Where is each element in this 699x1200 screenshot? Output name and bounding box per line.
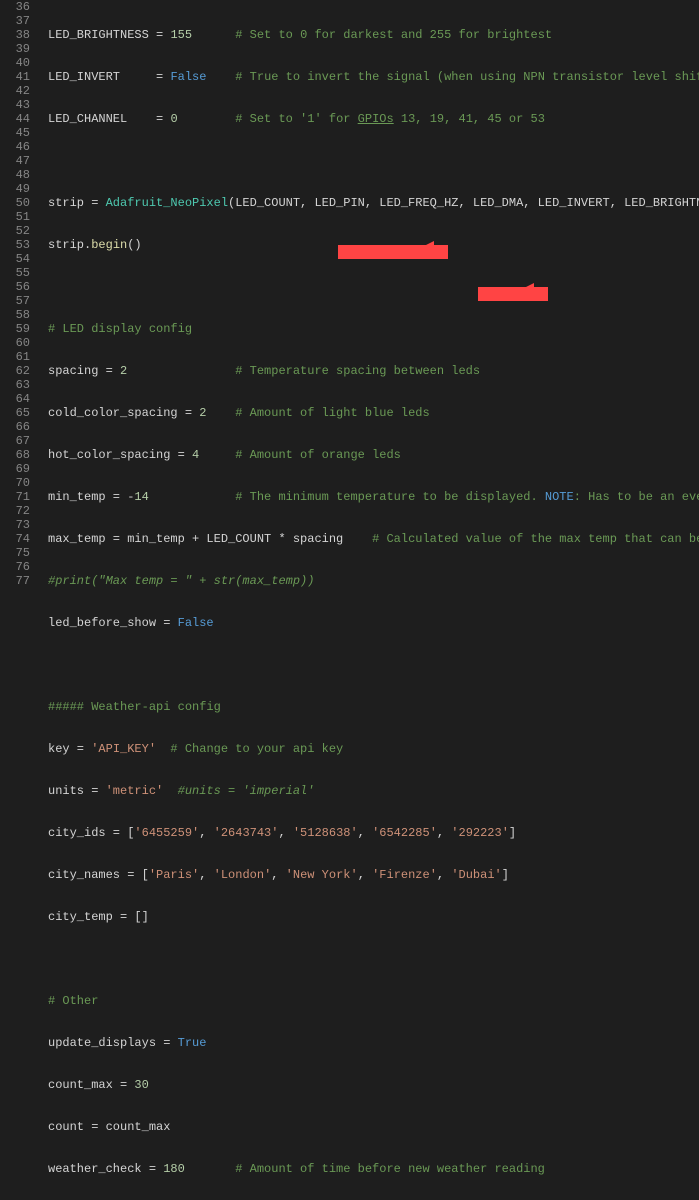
code-area[interactable]: LED_BRIGHTNESS = 155 # Set to 0 for dark… (40, 0, 699, 600)
code-line: strip.begin() (48, 238, 699, 252)
code-line: units = 'metric' #units = 'imperial' (48, 784, 699, 798)
line-number: 77 (0, 574, 30, 588)
line-number: 60 (0, 336, 30, 350)
line-number: 62 (0, 364, 30, 378)
code-editor[interactable]: 3637383940414243444546474849505152535455… (0, 0, 699, 600)
line-gutter: 3637383940414243444546474849505152535455… (0, 0, 40, 600)
line-number: 51 (0, 210, 30, 224)
line-number: 64 (0, 392, 30, 406)
code-line: city_temp = [] (48, 910, 699, 924)
line-number: 56 (0, 280, 30, 294)
code-line: min_temp = -14 # The minimum temperature… (48, 490, 699, 504)
code-line: key = 'API_KEY' # Change to your api key (48, 742, 699, 756)
code-line: count_max = 30 (48, 1078, 699, 1092)
line-number: 45 (0, 126, 30, 140)
line-number: 43 (0, 98, 30, 112)
code-line: # LED display config (48, 322, 699, 336)
line-number: 54 (0, 252, 30, 266)
code-line: update_displays = True (48, 1036, 699, 1050)
code-line (48, 280, 699, 294)
code-line: # Other (48, 994, 699, 1008)
line-number: 49 (0, 182, 30, 196)
code-line: weather_check = 180 # Amount of time bef… (48, 1162, 699, 1176)
line-number: 42 (0, 84, 30, 98)
line-number: 74 (0, 532, 30, 546)
code-line: strip = Adafruit_NeoPixel(LED_COUNT, LED… (48, 196, 699, 210)
code-line: #print("Max temp = " + str(max_temp)) (48, 574, 699, 588)
line-number: 37 (0, 14, 30, 28)
code-line: max_temp = min_temp + LED_COUNT * spacin… (48, 532, 699, 546)
line-number: 65 (0, 406, 30, 420)
line-number: 75 (0, 546, 30, 560)
code-line: cold_color_spacing = 2 # Amount of light… (48, 406, 699, 420)
code-line (48, 658, 699, 672)
line-number: 48 (0, 168, 30, 182)
code-line: hot_color_spacing = 4 # Amount of orange… (48, 448, 699, 462)
line-number: 76 (0, 560, 30, 574)
line-number: 57 (0, 294, 30, 308)
line-number: 61 (0, 350, 30, 364)
line-number: 68 (0, 448, 30, 462)
line-number: 36 (0, 0, 30, 14)
line-number: 69 (0, 462, 30, 476)
code-line: ##### Weather-api config (48, 700, 699, 714)
line-number: 41 (0, 70, 30, 84)
line-number: 70 (0, 476, 30, 490)
line-number: 47 (0, 154, 30, 168)
line-number: 71 (0, 490, 30, 504)
line-number: 39 (0, 42, 30, 56)
line-number: 72 (0, 504, 30, 518)
line-number: 40 (0, 56, 30, 70)
line-number: 58 (0, 308, 30, 322)
line-number: 63 (0, 378, 30, 392)
code-line: count = count_max (48, 1120, 699, 1134)
code-line: led_before_show = False (48, 616, 699, 630)
line-number: 73 (0, 518, 30, 532)
code-line: spacing = 2 # Temperature spacing betwee… (48, 364, 699, 378)
code-line: LED_BRIGHTNESS = 155 # Set to 0 for dark… (48, 28, 699, 42)
line-number: 53 (0, 238, 30, 252)
line-number: 50 (0, 196, 30, 210)
line-number: 38 (0, 28, 30, 42)
code-line (48, 154, 699, 168)
code-line: LED_CHANNEL = 0 # Set to '1' for GPIOs 1… (48, 112, 699, 126)
code-line: city_names = ['Paris', 'London', 'New Yo… (48, 868, 699, 882)
line-number: 52 (0, 224, 30, 238)
line-number: 55 (0, 266, 30, 280)
line-number: 44 (0, 112, 30, 126)
line-number: 66 (0, 420, 30, 434)
line-number: 46 (0, 140, 30, 154)
line-number: 67 (0, 434, 30, 448)
code-line (48, 952, 699, 966)
code-line: LED_INVERT = False # True to invert the … (48, 70, 699, 84)
code-line: city_ids = ['6455259', '2643743', '51286… (48, 826, 699, 840)
line-number: 59 (0, 322, 30, 336)
